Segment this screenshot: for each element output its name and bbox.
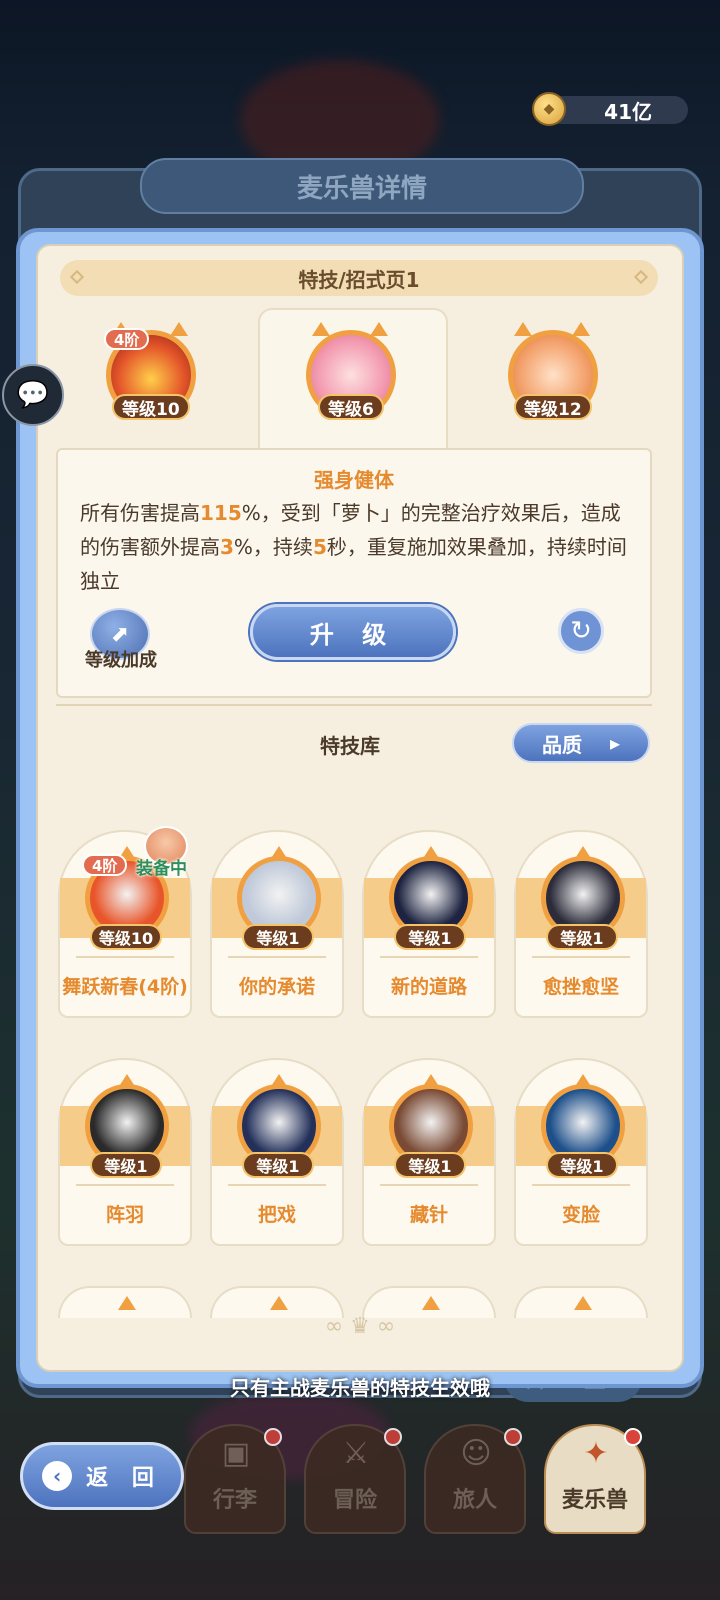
skill-description: 所有伤害提高115%，受到「萝卜」的完整治疗效果后，造成的伤害额外提高3%，持续… [80, 496, 628, 598]
ear-ornament [370, 322, 388, 336]
level-badge: 等级1 [546, 1152, 618, 1178]
level-badge: 等级10 [112, 394, 190, 420]
skill-card-name: 你的承诺 [238, 976, 315, 998]
card-divider [228, 956, 326, 958]
skill-card[interactable]: 等级1 愈挫愈坚 [514, 830, 648, 1018]
skill-card[interactable]: 等级1 变脸 [514, 1058, 648, 1246]
equipped-label: 装备中 [136, 859, 187, 879]
chest-icon: ▣ [221, 1436, 251, 1471]
gold-currency: ◆ 41亿 [532, 92, 688, 126]
quality-filter-button[interactable]: 品质 ▸ [512, 723, 650, 763]
skill-card-name: 阵羽 [105, 1204, 144, 1226]
level-badge: 等级10 [90, 924, 162, 950]
card-divider [532, 1184, 630, 1186]
chat-bubble-icon[interactable]: 💬 [2, 364, 64, 426]
skill-card-name: 把戏 [257, 1204, 296, 1226]
gold-coin-icon: ◆ [532, 92, 566, 126]
level-badge: 等级6 [318, 394, 384, 420]
card-divider [532, 956, 630, 958]
notification-dot [504, 1428, 522, 1446]
nav-label: 行李 [212, 1488, 257, 1513]
crossed-swords-icon: ⚔ [342, 1436, 370, 1471]
ear-ornament [422, 1296, 440, 1310]
ear-ornament [118, 1296, 136, 1310]
nav-tab-merlebeast[interactable]: ✦ 麦乐兽 [544, 1424, 646, 1534]
tip-text: 只有主战麦乐兽的特技生效哦 [230, 1376, 490, 1400]
level-badge: 等级1 [546, 924, 618, 950]
level-badge: 等级1 [242, 1152, 314, 1178]
skill-card[interactable]: 等级1 新的道路 [362, 830, 496, 1018]
page-title: 特技/招式页1 [60, 260, 658, 296]
skill-card[interactable]: 等级1 把戏 [210, 1058, 344, 1246]
level-badge: 等级1 [242, 924, 314, 950]
backdrop-title: 麦乐兽详情 [140, 158, 584, 214]
card-divider [380, 956, 478, 958]
skill-card[interactable]: 等级1 你的承诺 [210, 830, 344, 1018]
quality-label: 品质 [541, 732, 582, 757]
notification-dot [384, 1428, 402, 1446]
caret-right-icon: ▸ [609, 731, 621, 755]
desc-value: 3 [220, 535, 234, 559]
panel-bottom-ornament: ∞ ♛ ∞ [324, 1314, 396, 1339]
skill-card-partial[interactable] [514, 1286, 648, 1318]
level-badge: 等级12 [514, 394, 592, 420]
nav-label: 冒险 [332, 1488, 377, 1513]
notification-dot [624, 1428, 642, 1446]
skill-card-name: 变脸 [561, 1204, 600, 1226]
nav-tab-luggage[interactable]: ▣ 行李 [184, 1424, 286, 1534]
ear-ornament [514, 322, 532, 336]
level-badge: 等级1 [394, 1152, 466, 1178]
skill-card-name: 藏针 [409, 1204, 448, 1226]
level-badge: 等级1 [394, 924, 466, 950]
level-badge: 等级1 [90, 1152, 162, 1178]
desc-value: 115 [200, 501, 242, 525]
nav-tab-adventure[interactable]: ⚔ 冒险 [304, 1424, 406, 1534]
nav-label: 旅人 [452, 1488, 497, 1513]
level-bonus-button[interactable]: ⬈ 等级加成 [84, 606, 157, 676]
skill-card-name: 舞跃新春(4阶) [62, 976, 188, 998]
skill-card-partial[interactable] [58, 1286, 192, 1318]
ear-ornament [572, 322, 590, 336]
refresh-icon[interactable]: ↻ [558, 608, 604, 654]
nav-tab-traveler[interactable]: ☺ 旅人 [424, 1424, 526, 1534]
back-label: 返 回 [86, 1466, 162, 1491]
skill-card[interactable]: 等级1 阵羽 [58, 1058, 192, 1246]
level-bonus-label: 等级加成 [85, 650, 157, 671]
card-divider [380, 1184, 478, 1186]
ear-ornament [574, 1296, 592, 1310]
tier-badge: 4阶 [104, 328, 150, 350]
card-divider [76, 956, 174, 958]
header-ornament-left [69, 269, 85, 285]
skill-name: 强身健体 [314, 468, 394, 492]
skill-card-name: 愈挫愈坚 [542, 976, 619, 998]
desc-text: 所有伤害提高 [80, 501, 200, 525]
fox-icon: ✦ [583, 1436, 609, 1471]
desc-value: 5 [312, 535, 327, 559]
nav-label: 麦乐兽 [561, 1488, 628, 1513]
upgrade-button[interactable]: 升 级 [250, 604, 456, 660]
ear-ornament [312, 322, 330, 336]
page-title-text: 特技/招式页1 [298, 267, 420, 292]
back-arrow-icon: ‹ [42, 1461, 73, 1491]
gold-amount: 41亿 [604, 99, 652, 124]
desc-text: %，持续 [233, 535, 313, 559]
ear-ornament [270, 1296, 288, 1310]
header-ornament-right [633, 269, 649, 285]
skill-card-name: 新的道路 [390, 976, 467, 998]
tier-badge: 4阶 [82, 854, 128, 876]
ear-ornament [170, 322, 188, 336]
traveler-icon: ☺ [460, 1436, 492, 1471]
library-title: 特技库 [320, 734, 380, 758]
card-divider [76, 1184, 174, 1186]
back-button[interactable]: ‹ 返 回 [20, 1442, 184, 1510]
notification-dot [264, 1428, 282, 1446]
section-divider [56, 704, 652, 706]
skill-card[interactable]: 等级1 藏针 [362, 1058, 496, 1246]
card-divider [228, 1184, 326, 1186]
skill-detail-box: 强身健体 所有伤害提高115%，受到「萝卜」的完整治疗效果后，造成的伤害额外提高… [56, 448, 652, 698]
